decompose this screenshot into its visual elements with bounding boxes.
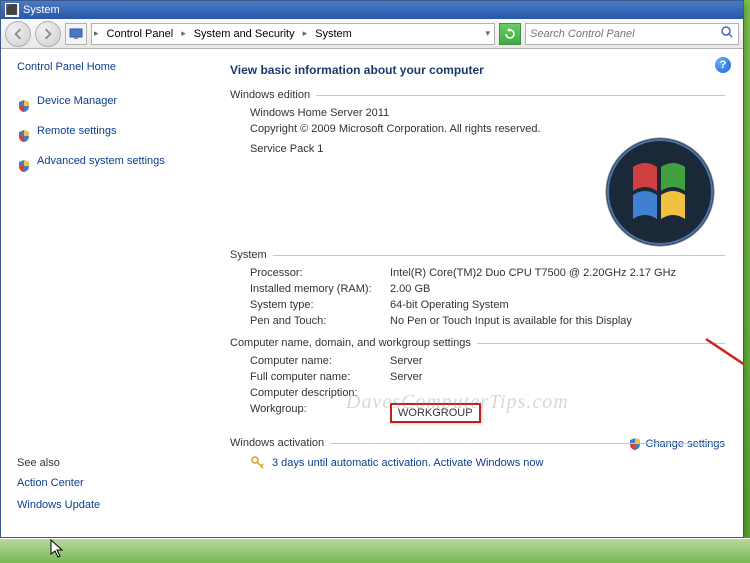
- edition-text: Windows Home Server 2011: [250, 107, 389, 119]
- system-header: System: [230, 249, 725, 261]
- processor-value: Intel(R) Core(TM)2 Duo CPU T7500 @ 2.20G…: [390, 267, 725, 279]
- titlebar[interactable]: ⬛ System: [1, 1, 743, 19]
- windows-edition-header: Windows edition: [230, 89, 725, 101]
- workgroup-label: Workgroup:: [250, 403, 390, 423]
- system-icon: ⬛: [5, 3, 19, 17]
- search-box[interactable]: [525, 23, 739, 45]
- chevron-right-icon: ▸: [301, 28, 310, 39]
- compname-value: Server: [390, 355, 725, 367]
- action-center-link[interactable]: Action Center: [17, 477, 200, 489]
- computer-name-header: Computer name, domain, and workgroup set…: [230, 337, 725, 349]
- chevron-right-icon[interactable]: ▸: [92, 28, 101, 39]
- shield-icon: [17, 129, 31, 143]
- pen-value: No Pen or Touch Input is available for t…: [390, 315, 725, 327]
- workgroup-value: WORKGROUP: [390, 403, 481, 423]
- navbar: ▸ Control Panel ▸ System and Security ▸ …: [1, 19, 743, 49]
- breadcrumb[interactable]: ▸ Control Panel ▸ System and Security ▸ …: [91, 23, 495, 45]
- activate-windows-link[interactable]: 3 days until automatic activation. Activ…: [272, 457, 543, 469]
- control-panel-home-link[interactable]: Control Panel Home: [17, 61, 200, 73]
- page-title: View basic information about your comput…: [230, 63, 725, 77]
- fullname-label: Full computer name:: [250, 371, 390, 383]
- search-input[interactable]: [530, 28, 720, 40]
- cursor-icon: [50, 539, 66, 559]
- sidebar: Control Panel Home Device Manager Remote…: [1, 49, 216, 537]
- ram-label: Installed memory (RAM):: [250, 283, 390, 295]
- chevron-down-icon[interactable]: ▾: [483, 28, 494, 39]
- forward-button[interactable]: [35, 21, 61, 47]
- processor-label: Processor:: [250, 267, 390, 279]
- advanced-settings-link[interactable]: Advanced system settings: [37, 155, 165, 167]
- device-manager-link[interactable]: Device Manager: [37, 95, 117, 107]
- shield-icon: [17, 159, 31, 173]
- activation-header: Windows activation: [230, 437, 725, 449]
- refresh-button[interactable]: [499, 23, 521, 45]
- service-pack-text: Service Pack 1: [250, 143, 323, 155]
- monitor-icon[interactable]: [65, 23, 87, 45]
- breadcrumb-control-panel[interactable]: Control Panel: [101, 24, 180, 44]
- breadcrumb-system-security[interactable]: System and Security: [188, 24, 301, 44]
- breadcrumb-system[interactable]: System: [309, 24, 358, 44]
- chevron-right-icon: ▸: [179, 28, 188, 39]
- window-title: System: [23, 4, 60, 16]
- compname-label: Computer name:: [250, 355, 390, 367]
- fullname-value: Server: [390, 371, 725, 383]
- desktop-background: [0, 538, 750, 563]
- shield-icon: [17, 99, 31, 113]
- help-icon[interactable]: ?: [715, 57, 731, 73]
- systype-label: System type:: [250, 299, 390, 311]
- system-window: ⬛ System ▸ Control Panel ▸ System and Se…: [0, 0, 744, 538]
- compdesc-label: Computer description:: [250, 387, 390, 399]
- compdesc-value: [390, 387, 725, 399]
- copyright-text: Copyright © 2009 Microsoft Corporation. …: [250, 123, 541, 135]
- body-area: Control Panel Home Device Manager Remote…: [1, 49, 743, 537]
- see-also-header: See also: [17, 457, 200, 469]
- main-content: ? View basic information about your comp…: [216, 49, 743, 537]
- systype-value: 64-bit Operating System: [390, 299, 725, 311]
- windows-logo-icon: [605, 137, 715, 247]
- remote-settings-link[interactable]: Remote settings: [37, 125, 116, 137]
- back-button[interactable]: [5, 21, 31, 47]
- ram-value: 2.00 GB: [390, 283, 725, 295]
- pen-label: Pen and Touch:: [250, 315, 390, 327]
- search-icon[interactable]: [720, 25, 734, 42]
- key-icon: [250, 455, 266, 471]
- windows-update-link[interactable]: Windows Update: [17, 499, 200, 511]
